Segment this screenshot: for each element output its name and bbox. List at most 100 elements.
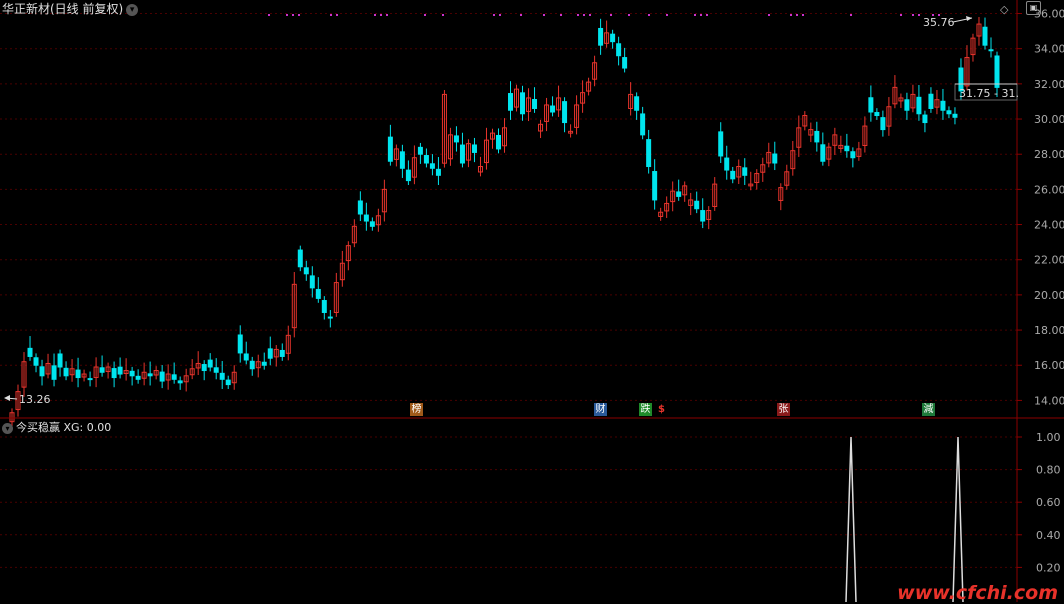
candle-body [147, 373, 153, 377]
diamond-icon[interactable]: ◇ [1000, 3, 1008, 16]
candle-body [640, 113, 646, 136]
candle-body [742, 167, 748, 176]
stock-title: 华正新材(日线 前复权) [2, 2, 124, 16]
candle-body [405, 169, 411, 182]
candle-body [57, 353, 63, 368]
indicator-title[interactable]: ▾ 今买稳赢 XG: 0.00 [2, 419, 111, 435]
candle-body [922, 114, 928, 124]
signal-dot [380, 14, 382, 16]
window-title[interactable]: 华正新材(日线 前复权) ▾ [2, 0, 139, 17]
candle-body [634, 96, 640, 111]
event-marker-dollar[interactable]: $ [655, 403, 668, 416]
signal-dot [900, 14, 902, 16]
candle-body [369, 221, 375, 227]
candle-body [508, 93, 514, 111]
candle-body [616, 43, 622, 57]
candle-body [213, 367, 219, 373]
signal-dot [543, 14, 545, 16]
candle-body [622, 57, 628, 69]
candle-body [988, 49, 994, 52]
indicator-tick-label: 0.20 [1036, 561, 1061, 574]
candle-body [459, 144, 465, 164]
candle-body [297, 249, 303, 268]
signal-dot [583, 14, 585, 16]
chart-canvas: 36.0034.0032.0030.0028.0026.0024.0022.00… [0, 0, 1064, 602]
price-axis: 36.0034.0032.0030.0028.0026.0024.0022.00… [1017, 8, 1064, 407]
signal-dot [330, 14, 332, 16]
signal-dot [610, 14, 612, 16]
signal-dot [790, 14, 792, 16]
tick-label: 34.00 [1034, 43, 1064, 56]
candle-body [772, 153, 778, 164]
signal-dot [918, 14, 920, 16]
candle-body [928, 93, 934, 109]
candle-body [33, 357, 39, 366]
candle-body [423, 155, 429, 164]
indicator-tick-label: 0.60 [1036, 496, 1061, 509]
chevron-down-icon[interactable]: ▾ [2, 422, 13, 434]
candle-body [916, 96, 922, 115]
signal-dot [700, 14, 702, 16]
indicator-spikes [845, 436, 964, 602]
candle-body [940, 100, 946, 111]
signal-dot [286, 14, 288, 16]
candle-body [111, 368, 117, 379]
candle-body [63, 367, 69, 377]
signal-dot [666, 14, 668, 16]
indicator-axis: 1.00 0.80 0.60 0.40 0.20 [1017, 431, 1061, 574]
candle-body [994, 55, 1000, 88]
candle-body [700, 210, 706, 222]
candle-body [309, 275, 315, 289]
candle-body [982, 26, 988, 46]
signal-dot [802, 14, 804, 16]
candle-body [904, 99, 910, 111]
candle-body [718, 131, 724, 157]
candle-body [495, 134, 501, 150]
candle-body [27, 347, 33, 357]
candle-body [453, 135, 459, 143]
chevron-down-icon[interactable]: ▾ [126, 3, 139, 16]
candle-body [598, 27, 604, 46]
candle-body [435, 168, 441, 176]
tick-label: 18.00 [1034, 324, 1064, 337]
tick-label: 22.00 [1034, 254, 1064, 267]
signal-dot [577, 14, 579, 16]
signal-dot [648, 14, 650, 16]
event-marker-jian[interactable]: 減 [922, 403, 935, 416]
candle-body [946, 110, 952, 115]
candle-body [171, 374, 177, 380]
candle-body [117, 366, 123, 375]
high-arrow-head [966, 16, 972, 21]
event-marker-die[interactable]: 跌 [639, 403, 652, 416]
signal-dot [268, 14, 270, 16]
tick-label: 16.00 [1034, 359, 1064, 372]
candle-body [471, 144, 477, 153]
candle-body [399, 151, 405, 169]
candle-body [730, 170, 736, 180]
signal-dot [424, 14, 426, 16]
candle-body [814, 130, 820, 143]
candle-body [610, 33, 616, 43]
signal-dot [292, 14, 294, 16]
tick-label: 20.00 [1034, 289, 1064, 302]
high-price-label: 35.76 [923, 16, 955, 29]
candle-body [207, 359, 213, 368]
event-marker-cai[interactable]: 财 [594, 403, 607, 416]
event-marker-zhang[interactable]: 张 [777, 403, 790, 416]
indicator-tick-label: 0.80 [1036, 464, 1061, 477]
candle-body [99, 367, 105, 373]
signal-dot [493, 14, 495, 16]
candle-body [225, 379, 231, 386]
main-grid [0, 13, 1017, 401]
candle-body [261, 361, 267, 366]
candle-body [177, 380, 183, 384]
candle-body [868, 97, 874, 113]
candle-body [327, 316, 333, 319]
candle-body [249, 360, 255, 370]
event-marker-bang[interactable]: 榜 [410, 403, 423, 416]
candle-body [315, 288, 321, 299]
candle-body [237, 334, 243, 354]
settings-icon[interactable]: ▣ [1026, 1, 1041, 15]
tick-label: 28.00 [1034, 148, 1064, 161]
candle-body [39, 366, 45, 377]
